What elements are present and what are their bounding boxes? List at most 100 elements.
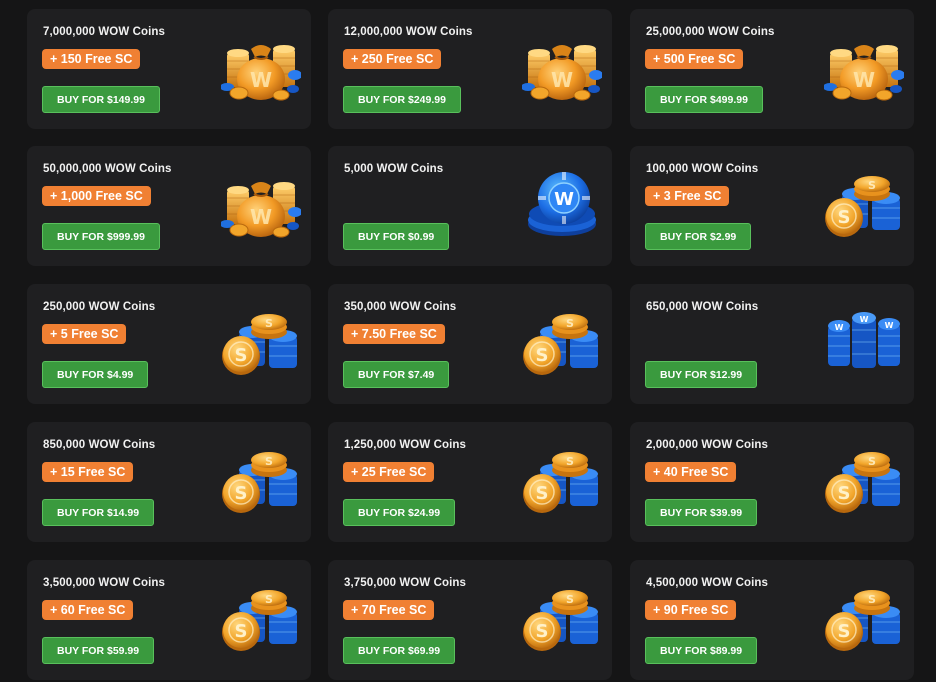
buy-button[interactable]: BUY FOR $7.49 [343, 361, 450, 388]
package-coin-amount: 7,000,000 WOW Coins [43, 26, 166, 38]
package-coin-amount: 25,000,000 WOW Coins [646, 26, 775, 38]
mixed-coin-stack-icon: S S [221, 444, 301, 516]
svg-text:S: S [536, 621, 549, 642]
blue-chip-pile-icon: W W W [824, 306, 904, 378]
package-card: 7,000,000 WOW Coins + 150 Free SC BUY FOR … [27, 9, 311, 129]
free-sc-badge: + 250 Free SC [343, 49, 442, 69]
svg-text:S: S [838, 621, 851, 642]
svg-text:S: S [868, 179, 876, 192]
svg-text:S: S [265, 593, 273, 606]
svg-text:S: S [868, 455, 876, 468]
package-card: 350,000 WOW Coins + 7.50 Free SC BUY FOR $… [328, 284, 612, 404]
free-sc-badge: + 40 Free SC [645, 462, 737, 482]
package-card: 3,750,000 WOW Coins + 70 Free SC BUY FOR $… [328, 560, 612, 680]
package-card: 5,000 WOW Coins BUY FOR $0.99 W [328, 146, 612, 266]
mixed-coin-stack-icon: S S [824, 444, 904, 516]
package-card: 850,000 WOW Coins + 15 Free SC BUY FOR $14… [27, 422, 311, 542]
free-sc-badge: + 60 Free SC [42, 600, 134, 620]
svg-text:S: S [265, 455, 273, 468]
mixed-coin-stack-icon: S S [221, 582, 301, 654]
package-coin-amount: 350,000 WOW Coins [344, 301, 457, 313]
buy-button[interactable]: BUY FOR $69.99 [343, 637, 456, 664]
svg-text:S: S [566, 593, 574, 606]
buy-button[interactable]: BUY FOR $24.99 [343, 499, 456, 526]
package-coin-amount: 3,500,000 WOW Coins [43, 577, 166, 589]
package-card: 50,000,000 WOW Coins + 1,000 Free SC BUY F… [27, 146, 311, 266]
mixed-coin-stack-icon: S S [824, 582, 904, 654]
package-coin-amount: 1,250,000 WOW Coins [344, 439, 467, 451]
package-card: 4,500,000 WOW Coins + 90 Free SC BUY FOR $… [630, 560, 914, 680]
svg-text:W: W [551, 68, 573, 92]
buy-button[interactable]: BUY FOR $4.99 [42, 361, 149, 388]
buy-button[interactable]: BUY FOR $59.99 [42, 637, 155, 664]
mixed-coin-stack-icon: S S [522, 582, 602, 654]
svg-text:W: W [860, 315, 869, 324]
free-sc-badge: + 1,000 Free SC [42, 186, 151, 206]
svg-text:W: W [853, 68, 875, 92]
svg-text:W: W [835, 323, 844, 332]
svg-text:S: S [235, 483, 248, 504]
package-card: 2,000,000 WOW Coins + 40 Free SC BUY FOR $… [630, 422, 914, 542]
package-coin-amount: 50,000,000 WOW Coins [43, 163, 172, 175]
buy-button[interactable]: BUY FOR $39.99 [645, 499, 758, 526]
buy-button[interactable]: BUY FOR $249.99 [343, 86, 461, 113]
free-sc-badge: + 90 Free SC [645, 600, 737, 620]
package-coin-amount: 3,750,000 WOW Coins [344, 577, 467, 589]
buy-button[interactable]: BUY FOR $499.99 [645, 86, 763, 113]
buy-button[interactable]: BUY FOR $999.99 [42, 223, 160, 250]
svg-text:S: S [235, 621, 248, 642]
svg-text:W: W [554, 189, 574, 210]
svg-text:S: S [838, 207, 851, 228]
coin-bag-icon: W [521, 31, 603, 103]
svg-text:S: S [235, 345, 248, 366]
buy-button[interactable]: BUY FOR $12.99 [645, 361, 758, 388]
coin-bag-icon: W [823, 31, 905, 103]
package-coin-amount: 650,000 WOW Coins [646, 301, 759, 313]
package-coin-amount: 100,000 WOW Coins [646, 163, 759, 175]
svg-text:S: S [566, 455, 574, 468]
free-sc-badge: + 70 Free SC [343, 600, 435, 620]
svg-text:W: W [885, 321, 894, 330]
svg-text:W: W [250, 205, 272, 229]
buy-button[interactable]: BUY FOR $89.99 [645, 637, 758, 664]
free-sc-badge: + 5 Free SC [42, 324, 127, 344]
blue-chip-stack-icon: W [522, 168, 602, 240]
mixed-coin-stack-icon: S S [824, 168, 904, 240]
svg-text:S: S [536, 345, 549, 366]
buy-button[interactable]: BUY FOR $14.99 [42, 499, 155, 526]
package-card: 12,000,000 WOW Coins + 250 Free SC BUY FOR… [328, 9, 612, 129]
package-card: 650,000 WOW Coins BUY FOR $12.99 W W W [630, 284, 914, 404]
svg-text:S: S [536, 483, 549, 504]
buy-button[interactable]: BUY FOR $149.99 [42, 86, 160, 113]
package-coin-amount: 12,000,000 WOW Coins [344, 26, 473, 38]
svg-text:S: S [566, 317, 574, 330]
svg-text:S: S [868, 593, 876, 606]
package-coin-amount: 4,500,000 WOW Coins [646, 577, 769, 589]
buy-button[interactable]: BUY FOR $2.99 [645, 223, 752, 250]
package-coin-amount: 250,000 WOW Coins [43, 301, 156, 313]
package-grid: 7,000,000 WOW Coins + 150 Free SC BUY FOR … [0, 0, 936, 682]
package-card: 3,500,000 WOW Coins + 60 Free SC BUY FOR $… [27, 560, 311, 680]
package-card: 250,000 WOW Coins + 5 Free SC BUY FOR $4.9… [27, 284, 311, 404]
coin-bag-icon: W [220, 31, 302, 103]
package-card: 1,250,000 WOW Coins + 25 Free SC BUY FOR $… [328, 422, 612, 542]
package-card: 25,000,000 WOW Coins + 500 Free SC BUY FOR… [630, 9, 914, 129]
free-sc-badge: + 15 Free SC [42, 462, 134, 482]
mixed-coin-stack-icon: S S [221, 306, 301, 378]
buy-button[interactable]: BUY FOR $0.99 [343, 223, 450, 250]
package-coin-amount: 850,000 WOW Coins [43, 439, 156, 451]
coin-bag-icon: W [220, 168, 302, 240]
free-sc-badge: + 7.50 Free SC [343, 324, 445, 344]
svg-text:S: S [265, 317, 273, 330]
svg-text:S: S [838, 483, 851, 504]
free-sc-badge: + 500 Free SC [645, 49, 744, 69]
mixed-coin-stack-icon: S S [522, 444, 602, 516]
svg-text:W: W [250, 68, 272, 92]
package-card: 100,000 WOW Coins + 3 Free SC BUY FOR $2.9… [630, 146, 914, 266]
free-sc-badge: + 3 Free SC [645, 186, 730, 206]
free-sc-badge: + 25 Free SC [343, 462, 435, 482]
package-coin-amount: 2,000,000 WOW Coins [646, 439, 769, 451]
mixed-coin-stack-icon: S S [522, 306, 602, 378]
package-coin-amount: 5,000 WOW Coins [344, 163, 444, 175]
free-sc-badge: + 150 Free SC [42, 49, 141, 69]
